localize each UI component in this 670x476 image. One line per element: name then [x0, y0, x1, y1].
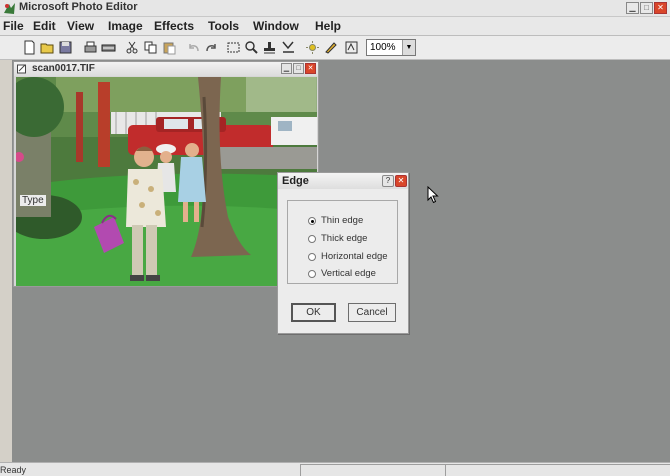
radio-button[interactable] [308, 235, 316, 243]
image-window: scan0017.TIF ▁ □ ✕ [13, 61, 319, 287]
zoom-value: 100% [370, 42, 396, 53]
image-maximize-button[interactable]: □ [293, 63, 304, 74]
document-icon [17, 64, 26, 74]
close-button[interactable]: ✕ [654, 2, 667, 14]
photo-editor-app-icon [4, 3, 15, 14]
image-close-button[interactable]: ✕ [305, 63, 316, 74]
print-icon[interactable] [83, 40, 98, 55]
zoom-icon[interactable] [244, 40, 259, 55]
save-icon[interactable] [58, 40, 73, 55]
pencil-icon[interactable] [323, 40, 338, 55]
copy-icon[interactable] [143, 40, 158, 55]
type-group-label: Type [20, 195, 46, 206]
menu-file[interactable]: File [3, 19, 24, 33]
menu-help[interactable]: Help [315, 19, 341, 33]
status-pane [300, 464, 445, 476]
open-icon[interactable] [40, 40, 55, 55]
menu-bar: File Edit View Image Effects Tools Windo… [0, 17, 670, 36]
photo-canvas[interactable] [16, 77, 317, 286]
menu-effects[interactable]: Effects [154, 19, 194, 33]
radio-button[interactable] [308, 217, 316, 225]
radio-label: Thick edge [321, 233, 368, 244]
window-title: Microsoft Photo Editor [19, 1, 138, 13]
status-text: Ready [0, 465, 27, 475]
menu-image[interactable]: Image [108, 19, 143, 33]
status-bar: Ready [0, 462, 670, 476]
new-icon[interactable] [22, 40, 37, 55]
status-pane [445, 464, 670, 476]
undo-icon[interactable] [186, 40, 201, 55]
photo-image [16, 77, 317, 286]
smart-select-icon[interactable] [344, 40, 359, 55]
select-icon[interactable] [226, 40, 241, 55]
radio-button[interactable] [308, 253, 316, 261]
dialog-close-button[interactable]: ✕ [395, 175, 407, 187]
toolbar: 100% ▼ [0, 36, 670, 60]
radio-label: Horizontal edge [321, 251, 388, 262]
zoom-select[interactable]: 100% ▼ [366, 39, 416, 56]
mouse-pointer-icon [427, 186, 439, 204]
dialog-title: Edge [282, 175, 309, 187]
cancel-button[interactable]: Cancel [348, 303, 396, 322]
scan-icon[interactable] [101, 40, 116, 55]
image-window-title: scan0017.TIF [32, 63, 95, 74]
radio-label: Thin edge [321, 215, 364, 226]
minimize-button[interactable]: ▁ [626, 2, 639, 14]
help-button[interactable]: ? [382, 175, 394, 187]
cut-icon[interactable] [125, 40, 140, 55]
sun-icon[interactable] [305, 40, 320, 55]
redo-icon[interactable] [204, 40, 219, 55]
paste-icon[interactable] [162, 40, 177, 55]
radio-label: Vertical edge [321, 268, 376, 279]
image-window-titlebar[interactable]: scan0017.TIF ▁ □ ✕ [14, 62, 318, 76]
crop-icon[interactable] [281, 40, 296, 55]
chevron-down-icon[interactable]: ▼ [402, 40, 415, 55]
menu-tools[interactable]: Tools [208, 19, 239, 33]
ok-button[interactable]: OK [291, 303, 336, 322]
stamp-icon[interactable] [262, 40, 277, 55]
title-bar: Microsoft Photo Editor ▁ □ ✕ [0, 0, 670, 17]
dialog-titlebar[interactable]: Edge ? ✕ [278, 173, 408, 189]
radio-button[interactable] [308, 270, 316, 278]
menu-view[interactable]: View [67, 19, 94, 33]
image-minimize-button[interactable]: ▁ [281, 63, 292, 74]
maximize-button[interactable]: □ [640, 2, 653, 14]
menu-edit[interactable]: Edit [33, 19, 56, 33]
menu-window[interactable]: Window [253, 19, 299, 33]
